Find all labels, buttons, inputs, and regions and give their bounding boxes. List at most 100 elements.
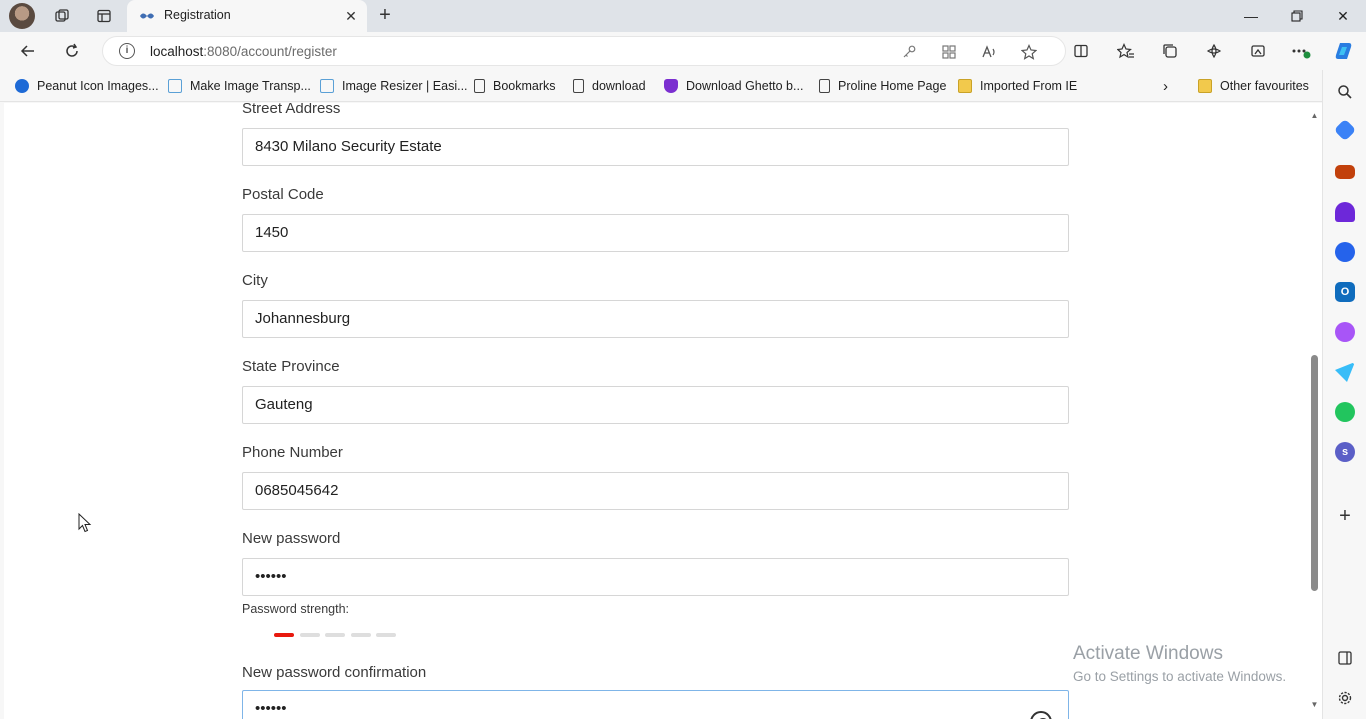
strength-segment: [325, 633, 345, 637]
bookmark-proline[interactable]: Proline Home Page: [819, 78, 946, 94]
scroll-down-arrow-icon[interactable]: ▼: [1310, 700, 1319, 709]
bookmark-download[interactable]: download: [573, 78, 646, 94]
favorites-icon[interactable]: [1115, 40, 1137, 62]
other-favourites-label: Other favourites: [1220, 79, 1309, 93]
tab-close-icon[interactable]: ✕: [343, 8, 359, 24]
address-bar[interactable]: i localhost:8080/account/register: [102, 36, 1066, 66]
bookmark-label: Peanut Icon Images...: [37, 79, 159, 93]
refresh-icon[interactable]: [61, 40, 83, 62]
spring-leaf-icon[interactable]: [1335, 402, 1355, 422]
read-aloud-icon[interactable]: [979, 42, 999, 62]
sidebar-toggle-icon[interactable]: [1335, 648, 1355, 668]
title-bar: Registration ✕ + — ✕: [0, 0, 1366, 32]
page-content: Street Address 8430 Milano Security Esta…: [4, 103, 1322, 719]
new-tab-button[interactable]: +: [374, 5, 396, 25]
page-scrollbar[interactable]: ▲ ▼: [1307, 103, 1322, 719]
bookmark-label: Proline Home Page: [838, 79, 947, 93]
strength-segment: [274, 633, 294, 637]
add-sidebar-app-icon[interactable]: +: [1335, 505, 1355, 527]
collections-icon[interactable]: [1159, 40, 1181, 62]
bookmark-label: Download Ghetto b...: [686, 79, 804, 93]
mouse-pointer-icon: [78, 513, 92, 533]
edge-sidebar: O s +: [1322, 70, 1366, 719]
workspaces-icon[interactable]: [48, 4, 76, 28]
s-app-icon[interactable]: s: [1335, 442, 1355, 462]
scrollbar-thumb[interactable]: [1311, 355, 1318, 591]
street-address-label: Street Address: [242, 103, 341, 117]
shopping-tag-icon[interactable]: [1333, 118, 1357, 142]
strength-segment: [376, 633, 396, 637]
state-province-label: State Province: [242, 358, 340, 375]
tab-registration[interactable]: Registration ✕: [127, 0, 367, 32]
page-icon: [573, 79, 584, 93]
image-icon: [168, 79, 182, 93]
bookmark-bookmarks[interactable]: Bookmarks: [474, 78, 556, 94]
bookmark-peanut[interactable]: Peanut Icon Images...: [15, 78, 159, 94]
bookmark-image-resizer[interactable]: Image Resizer | Easi...: [320, 78, 468, 94]
sidebar-settings-gear-icon[interactable]: [1335, 688, 1355, 708]
tools-briefcase-icon[interactable]: [1335, 165, 1355, 179]
folder-icon: [1198, 79, 1212, 93]
password-confirmation-value: ••••••: [255, 700, 287, 717]
password-confirmation-label: New password confirmation: [242, 664, 427, 681]
send-plane-icon[interactable]: [1335, 362, 1355, 382]
url-text[interactable]: localhost:8080/account/register: [150, 44, 337, 59]
search-icon[interactable]: [1335, 82, 1355, 102]
scroll-up-arrow-icon[interactable]: ▲: [1310, 111, 1319, 120]
phone-number-label: Phone Number: [242, 444, 343, 461]
bookmark-ghetto[interactable]: Download Ghetto b...: [664, 78, 803, 94]
key-icon[interactable]: [899, 42, 919, 62]
folder-icon: [958, 79, 972, 93]
browser-essentials-icon[interactable]: [1203, 40, 1225, 62]
profile-avatar[interactable]: [9, 3, 35, 29]
strength-segment: [299, 633, 320, 637]
other-favourites[interactable]: Other favourites: [1198, 78, 1309, 94]
app-available-icon[interactable]: [939, 42, 959, 62]
navigation-bar: i localhost:8080/account/register: [0, 32, 1366, 70]
page-icon: [474, 79, 485, 93]
password-confirmation-input[interactable]: ••••••: [242, 690, 1069, 719]
bookmarks-bar: Peanut Icon Images... Make Image Transp.…: [0, 70, 1366, 102]
password-strength-label: Password strength:: [242, 602, 349, 616]
games-icon[interactable]: [1335, 202, 1355, 222]
vertical-tabs-icon[interactable]: [90, 4, 118, 28]
bookmark-make-image[interactable]: Make Image Transp...: [168, 78, 311, 94]
show-password-eye-icon[interactable]: [1030, 711, 1052, 719]
tab-title: Registration: [164, 8, 231, 22]
peanut-icon: [15, 79, 29, 93]
street-address-input[interactable]: 8430 Milano Security Estate: [242, 128, 1069, 166]
state-province-input[interactable]: Gauteng: [242, 386, 1069, 424]
page-icon: [819, 79, 830, 93]
bookmark-label: Image Resizer | Easi...: [342, 79, 468, 93]
postal-code-input[interactable]: 1450: [242, 214, 1069, 252]
bookmark-label: download: [592, 79, 646, 93]
bookmark-imported-ie[interactable]: Imported From IE: [958, 78, 1077, 94]
city-label: City: [242, 272, 268, 289]
url-host: localhost: [150, 44, 204, 59]
outlook-icon[interactable]: O: [1335, 282, 1355, 302]
minimize-button[interactable]: —: [1228, 0, 1274, 32]
bookmark-label: Imported From IE: [980, 79, 1078, 93]
strength-segment: [350, 633, 371, 637]
new-password-label: New password: [242, 530, 341, 547]
phone-number-input[interactable]: 0685045642: [242, 472, 1069, 510]
restore-button[interactable]: [1274, 0, 1320, 32]
new-password-input[interactable]: ••••••: [242, 558, 1069, 596]
bookmark-label: Bookmarks: [493, 79, 556, 93]
ghetto-icon: [664, 79, 678, 93]
screenshot-icon[interactable]: [1247, 40, 1269, 62]
chevron-right-icon[interactable]: ›: [1163, 78, 1168, 95]
microsoft-365-icon[interactable]: [1335, 242, 1355, 262]
split-screen-icon[interactable]: [1070, 40, 1092, 62]
settings-more-icon[interactable]: [1290, 40, 1312, 62]
copilot-icon[interactable]: [1333, 40, 1355, 62]
close-window-button[interactable]: ✕: [1320, 0, 1366, 32]
postal-code-label: Postal Code: [242, 186, 324, 203]
bookmark-label: Make Image Transp...: [190, 79, 311, 93]
designer-icon[interactable]: [1335, 322, 1355, 342]
site-info-icon[interactable]: i: [119, 43, 135, 59]
back-icon[interactable]: [17, 40, 39, 62]
city-input[interactable]: Johannesburg: [242, 300, 1069, 338]
tab-favicon-icon: [140, 13, 154, 19]
favorite-star-icon[interactable]: [1019, 42, 1039, 62]
